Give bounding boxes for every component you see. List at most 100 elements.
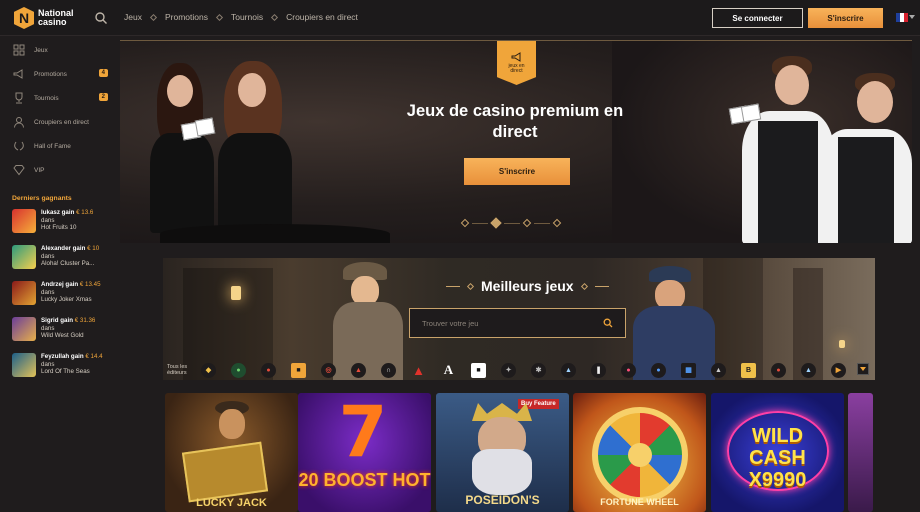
top-header: N National casino Jeux Promotions Tourno… xyxy=(0,0,920,36)
provider-logo[interactable]: ◆ xyxy=(201,362,216,378)
sidebar-item-hall-of-fame[interactable]: Hall of Fame xyxy=(12,139,112,153)
nav-separator xyxy=(271,13,279,21)
main-nav: Jeux Promotions Tournois Croupiers en di… xyxy=(124,12,358,22)
slider-dot-active[interactable] xyxy=(490,217,502,229)
sidebar-item-tournois[interactable]: Tournois 2 xyxy=(12,91,112,105)
game-thumbnail xyxy=(12,281,36,305)
best-games-title: Meilleurs jeux xyxy=(446,278,609,294)
provider-logo[interactable]: ▲ xyxy=(351,362,366,378)
provider-logo[interactable]: ✱ xyxy=(531,362,546,378)
sidebar-item-label: Tournois xyxy=(34,94,59,102)
logo[interactable]: N National casino xyxy=(14,6,88,30)
winner-item[interactable]: lukasz gain € 13.6 dans Hot Fruits 10 xyxy=(12,209,112,239)
winners-title: Derniers gagnants xyxy=(12,195,72,202)
provider-logo[interactable]: ∩ xyxy=(381,362,396,378)
signup-button[interactable]: S'inscrire xyxy=(808,8,883,28)
game-card-title: 20 BOOST HOT xyxy=(298,470,431,490)
nav-separator xyxy=(215,13,224,21)
live-games-tag: jeux en direct xyxy=(497,41,536,85)
provider-logo[interactable]: ❚ xyxy=(591,362,606,378)
winner-text: Feyzullah gain € 14.4 dans Lord Of The S… xyxy=(41,353,103,376)
sidebar-item-label: Hall of Fame xyxy=(34,142,71,150)
games-grid-icon xyxy=(12,44,25,56)
sidebar-item-jeux[interactable]: Jeux xyxy=(12,43,112,57)
sidebar-item-croupiers[interactable]: Croupiers en direct xyxy=(12,115,112,129)
winner-item[interactable]: Andrzej gain € 13.45 dans Lucky Joker Xm… xyxy=(12,281,112,311)
promotions-count-badge: 4 xyxy=(98,69,108,77)
game-thumbnail xyxy=(12,245,36,269)
game-card-title: LUCKY JACK xyxy=(196,497,267,509)
game-card-wild-cash[interactable]: WILD CASH X9990 xyxy=(711,393,844,512)
megaphone-icon xyxy=(12,68,25,80)
slider-dots xyxy=(460,217,562,229)
winner-item[interactable]: Sigrid gain € 31.36 dans Wild West Gold xyxy=(12,317,112,347)
game-card-title: FORTUNE WHEEL xyxy=(600,497,679,507)
nav-tournois[interactable]: Tournois xyxy=(231,12,263,22)
casino-table xyxy=(160,224,390,243)
game-card-boost-hot[interactable]: 7 20 BOOST HOT xyxy=(298,393,431,512)
provider-logo[interactable]: ▲ xyxy=(711,362,726,378)
login-button[interactable]: Se connecter xyxy=(712,8,803,28)
chevron-down-icon[interactable] xyxy=(857,363,869,375)
provider-logo[interactable]: ▶ xyxy=(831,362,846,378)
game-card-fortune-wheel[interactable]: FORTUNE WHEEL xyxy=(573,393,706,512)
provider-logo[interactable]: ▲ xyxy=(561,362,576,378)
provider-logo[interactable]: ▲ xyxy=(411,363,426,378)
slider-dot[interactable] xyxy=(460,218,470,228)
provider-logo[interactable]: ■ xyxy=(471,362,486,378)
megaphone-icon xyxy=(511,51,520,62)
sidebar-item-label: Promotions xyxy=(34,70,67,78)
nav-croupiers[interactable]: Croupiers en direct xyxy=(286,12,358,22)
provider-logo[interactable]: ▲ xyxy=(801,362,816,378)
sidebar-item-promotions[interactable]: Promotions 4 xyxy=(12,67,112,81)
street-lamp xyxy=(231,286,241,300)
slider-dot[interactable] xyxy=(552,218,562,228)
provider-logo[interactable]: ● xyxy=(621,362,636,378)
game-thumbnail xyxy=(12,317,36,341)
winner-item[interactable]: Feyzullah gain € 14.4 dans Lord Of The S… xyxy=(12,353,112,383)
provider-bar: Tous les éditeurs ◆ ● ● ■ ◎ ▲ ∩ ▲ A ■ ✦ … xyxy=(163,357,875,383)
diamond-icon xyxy=(12,164,25,176)
sidebar: Jeux Promotions 4 Tournois 2 Croupiers e… xyxy=(0,37,116,512)
tournois-count-badge: 2 xyxy=(98,93,108,101)
game-card-title: POSEIDON'S xyxy=(465,493,540,507)
provider-logo[interactable]: ● xyxy=(771,362,786,378)
game-card-partial[interactable] xyxy=(848,393,873,512)
laurel-icon xyxy=(12,140,25,152)
winner-item[interactable]: Alexander gain € 10 dans Aloha! Cluster … xyxy=(12,245,112,275)
game-search-box[interactable] xyxy=(409,308,626,338)
game-card-lucky-jack[interactable]: LUCKY JACK xyxy=(165,393,298,512)
nav-separator xyxy=(149,13,158,21)
game-thumbnail xyxy=(12,353,36,377)
provider-logo[interactable]: ✦ xyxy=(501,362,516,378)
sidebar-item-vip[interactable]: VIP xyxy=(12,163,112,177)
winner-text: Andrzej gain € 13.45 dans Lucky Joker Xm… xyxy=(41,281,101,304)
provider-logo[interactable]: ◎ xyxy=(321,362,336,378)
provider-logo[interactable]: B xyxy=(741,362,756,378)
nav-promotions[interactable]: Promotions xyxy=(165,12,208,22)
hero-signup-button[interactable]: S'inscrire xyxy=(464,158,570,185)
all-providers-button[interactable]: Tous les éditeurs xyxy=(167,364,201,376)
provider-logo[interactable]: ● xyxy=(651,362,666,378)
provider-logo[interactable]: ▦ xyxy=(681,362,696,378)
sidebar-item-label: VIP xyxy=(34,166,45,174)
dealer-icon xyxy=(12,116,25,128)
logo-badge: N xyxy=(14,7,34,29)
game-card-poseidons[interactable]: Buy Feature POSEIDON'S xyxy=(436,393,569,512)
winner-text: Alexander gain € 10 dans Aloha! Cluster … xyxy=(41,245,100,268)
search-icon[interactable] xyxy=(94,11,108,25)
provider-logo[interactable]: ■ xyxy=(291,362,306,378)
winner-text: Sigrid gain € 31.36 dans Wild West Gold xyxy=(41,317,96,340)
sidebar-item-label: Jeux xyxy=(34,46,48,54)
slider-dot[interactable] xyxy=(522,218,532,228)
provider-logo[interactable]: A xyxy=(441,362,456,378)
provider-logo[interactable]: ● xyxy=(261,362,276,378)
trophy-icon xyxy=(12,92,25,104)
chevron-down-icon[interactable] xyxy=(909,15,915,19)
search-icon[interactable] xyxy=(603,318,613,328)
nav-jeux[interactable]: Jeux xyxy=(124,12,142,22)
french-flag-icon[interactable] xyxy=(896,13,908,22)
game-search-input[interactable] xyxy=(422,318,603,328)
provider-logo[interactable]: ● xyxy=(231,362,246,378)
winner-text: lukasz gain € 13.6 dans Hot Fruits 10 xyxy=(41,209,94,232)
